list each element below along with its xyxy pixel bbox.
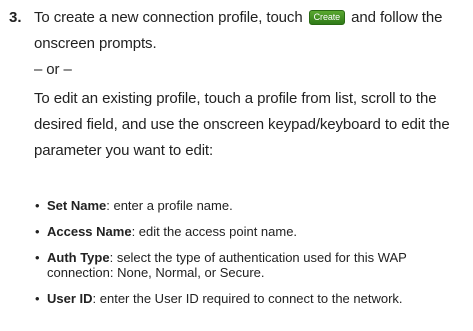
document-page: 3. To create a new connection profile, t…	[0, 0, 473, 331]
create-instruction: To create a new connection profile, touc…	[34, 5, 466, 57]
create-instruction-text: To create a new connection profile, touc…	[34, 9, 303, 26]
parameter-description: : enter the User ID required to connect …	[92, 291, 403, 306]
or-separator: – or –	[34, 61, 72, 78]
list-item: • Set Name: enter a profile name.	[34, 198, 464, 213]
bullet-icon: •	[35, 198, 40, 213]
bullet-icon: •	[35, 224, 40, 239]
list-item: • Access Name: edit the access point nam…	[34, 224, 464, 239]
parameter-list: • Set Name: enter a profile name. • Acce…	[34, 198, 464, 306]
parameter-term: User ID	[47, 291, 93, 306]
parameter-description: : enter a profile name.	[106, 198, 233, 213]
parameter-description: : edit the access point name.	[131, 224, 298, 239]
parameter-term: Access Name	[47, 224, 132, 239]
bullet-icon: •	[35, 291, 40, 306]
edit-instruction: To edit an existing profile, touch a pro…	[34, 90, 450, 159]
create-button-image: Create	[308, 10, 346, 25]
step-number: 3.	[9, 9, 22, 26]
bullet-icon: •	[35, 250, 40, 265]
list-item: • Auth Type: select the type of authenti…	[34, 250, 464, 280]
list-item: • User ID: enter the User ID required to…	[34, 291, 464, 306]
parameter-term: Set Name	[47, 198, 107, 213]
parameter-term: Auth Type	[47, 250, 110, 265]
